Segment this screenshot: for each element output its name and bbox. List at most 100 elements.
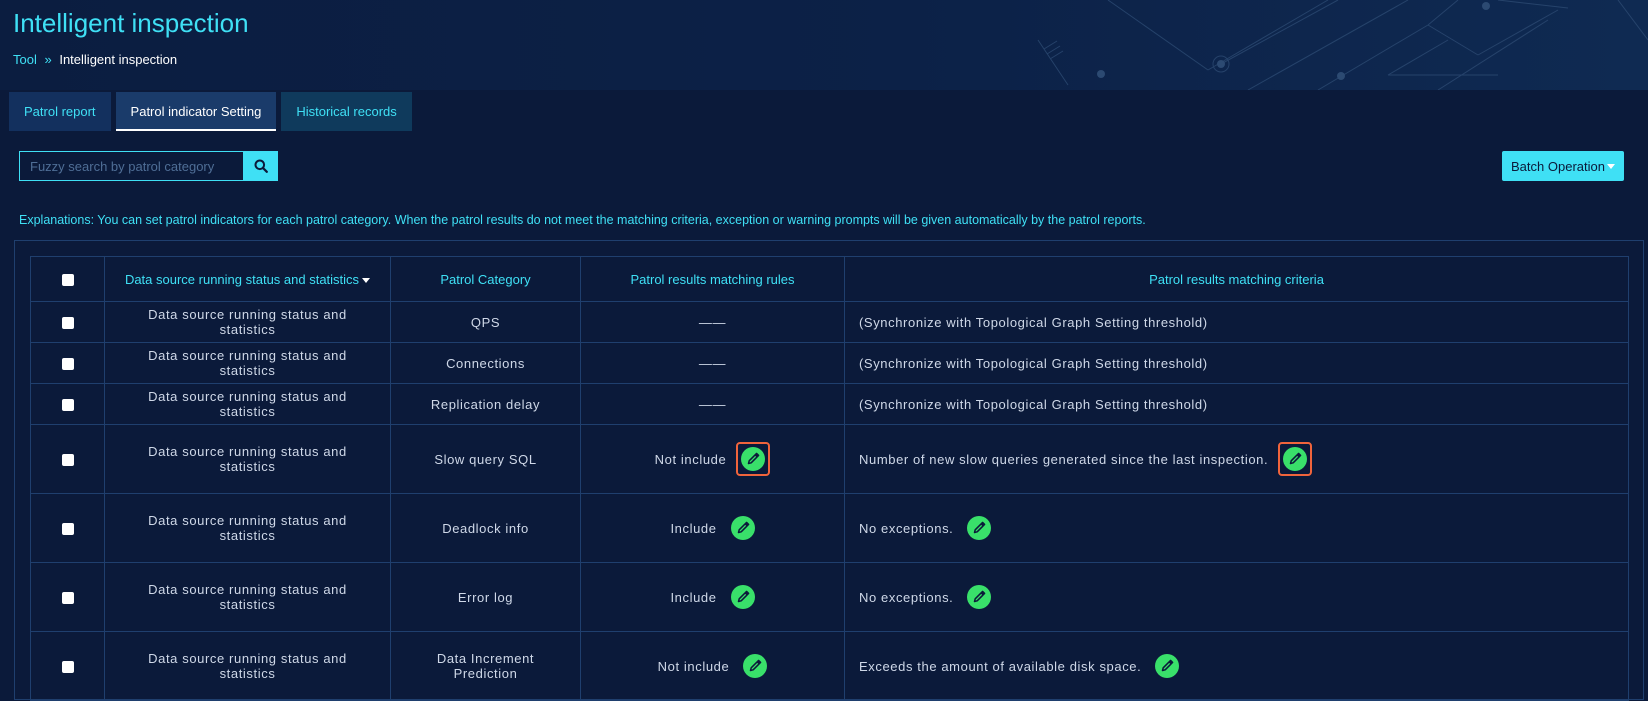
cell-matching-rules: —— [580,383,845,425]
breadcrumb-tool[interactable]: Tool [13,52,37,67]
cell-data-source: Data source running status and statistic… [104,383,391,425]
cell-patrol-category: QPS [390,301,581,343]
edit-rules-button[interactable] [730,516,755,540]
edit-rules-button[interactable] [741,447,766,471]
row-select-cell [30,424,105,494]
search-input[interactable] [19,151,244,181]
row-select-cell [30,301,105,343]
tab-patrol-indicator-setting[interactable]: Patrol indicator Setting [115,92,277,131]
header-matching-rules: Patrol results matching rules [580,256,845,302]
cell-patrol-category: Error log [390,562,581,632]
pencil-icon [750,659,762,672]
pencil-icon [1289,452,1302,465]
cell-matching-rules: Not include [580,424,845,494]
row-select-cell [30,631,105,701]
row-checkbox[interactable] [61,358,74,371]
caret-down-icon [1606,163,1615,169]
cell-data-source: Data source running status and statistic… [104,342,391,384]
breadcrumb-current: Intelligent inspection [59,52,178,67]
page-title: Intelligent inspection [13,8,249,38]
pencil-icon [974,521,986,534]
matching-criteria-text: No exceptions. [859,589,954,605]
cell-matching-criteria: Exceeds the amount of available disk spa… [844,631,1629,701]
cell-matching-rules: Not include [580,631,845,701]
table-row: Data source running status and statistic… [30,342,1629,384]
table-row: Data source running status and statistic… [30,424,1629,494]
edit-highlight [1278,442,1313,476]
cell-matching-rules: Include [580,562,845,632]
pencil-icon [1162,659,1174,672]
edit-rules-button[interactable] [743,654,768,678]
edit-criteria-button[interactable] [967,516,992,540]
cell-matching-criteria: No exceptions. [844,562,1629,632]
header-data-source-label: Data source running status and statistic… [124,271,360,287]
sort-caret-down-icon[interactable] [362,277,371,283]
search-button[interactable] [244,151,278,181]
circuit-decoration [1037,0,1648,90]
cell-patrol-category: Connections [390,342,581,384]
matching-rules-text: Not include [654,451,727,467]
header-select-all [30,256,105,302]
cell-data-source: Data source running status and statistic… [104,562,391,632]
cell-matching-rules: Include [580,493,845,563]
matching-criteria-text: Number of new slow queries generated sin… [859,451,1269,467]
row-select-cell [30,383,105,425]
matching-rules-text: Not include [657,658,730,674]
matching-rules-text: Include [670,520,717,536]
table-row: Data source running status and statistic… [30,301,1629,343]
cell-patrol-category: Replication delay [390,383,581,425]
row-select-cell [30,562,105,632]
matching-rules-text: Include [670,589,717,605]
pencil-icon [748,452,760,465]
breadcrumb: Tool » Intelligent inspection [13,52,177,67]
tab-bar: Patrol report Patrol indicator Setting H… [9,92,412,131]
table-row: Data source running status and statistic… [30,383,1629,425]
cell-data-source: Data source running status and statistic… [104,424,391,494]
cell-matching-criteria: (Synchronize with Topological Graph Sett… [844,383,1629,425]
edit-highlight [736,442,771,476]
row-select-cell [30,493,105,563]
header-matching-criteria: Patrol results matching criteria [844,256,1629,302]
table-row: Data source running status and statistic… [30,493,1629,563]
edit-criteria-button[interactable] [967,585,992,609]
cell-patrol-category: Data Increment Prediction [390,631,581,701]
cell-data-source: Data source running status and statistic… [104,493,391,563]
row-checkbox[interactable] [61,399,74,412]
row-checkbox[interactable] [61,661,74,674]
edit-criteria-button[interactable] [1283,447,1308,471]
cell-matching-rules: —— [580,301,845,343]
batch-operation-button[interactable]: Batch Operation [1502,151,1624,181]
select-all-checkbox[interactable] [61,274,74,287]
cell-data-source: Data source running status and statistic… [104,631,391,701]
table-header-row: Data source running status and statistic… [30,256,1629,302]
cell-matching-criteria: (Synchronize with Topological Graph Sett… [844,342,1629,384]
matching-criteria-text: No exceptions. [859,520,954,536]
matching-criteria-text: Exceeds the amount of available disk spa… [859,658,1142,674]
edit-criteria-button[interactable] [1155,654,1180,678]
search-icon [254,159,268,173]
cell-data-source: Data source running status and statistic… [104,301,391,343]
pencil-icon [737,590,749,603]
explanation-text: Explanations: You can set patrol indicat… [19,213,1146,227]
row-checkbox[interactable] [61,523,74,536]
cell-matching-criteria: No exceptions. [844,493,1629,563]
pencil-icon [737,521,749,534]
indicator-table: Data source running status and statistic… [30,256,1629,701]
header-patrol-category: Patrol Category [390,256,581,302]
pencil-icon [974,590,986,603]
search-box [19,151,278,181]
table-row: Data source running status and statistic… [30,631,1629,701]
cell-patrol-category: Slow query SQL [390,424,581,494]
header-data-source[interactable]: Data source running status and statistic… [104,256,391,302]
cell-matching-criteria: (Synchronize with Topological Graph Sett… [844,301,1629,343]
row-checkbox[interactable] [61,454,74,467]
cell-patrol-category: Deadlock info [390,493,581,563]
tab-patrol-report[interactable]: Patrol report [9,92,111,131]
row-select-cell [30,342,105,384]
row-checkbox[interactable] [61,317,74,330]
tab-historical-records[interactable]: Historical records [281,92,412,131]
row-checkbox[interactable] [61,592,74,605]
batch-operation-label: Batch Operation [1511,158,1605,174]
edit-rules-button[interactable] [730,585,755,609]
cell-matching-criteria: Number of new slow queries generated sin… [844,424,1629,494]
